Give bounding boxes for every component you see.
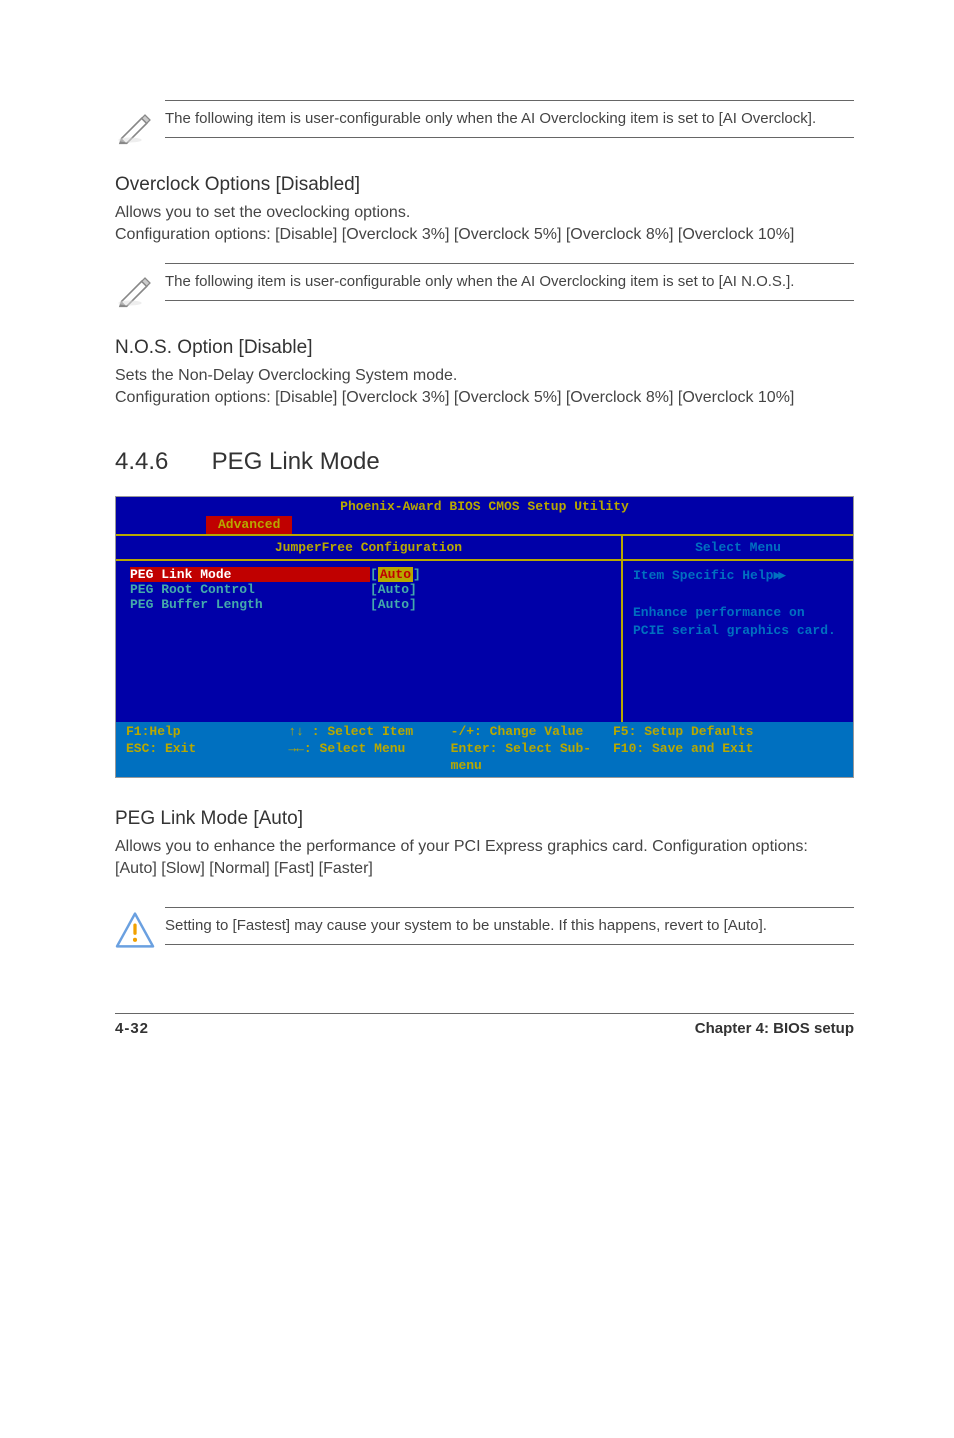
bios-tab-advanced[interactable]: Advanced bbox=[206, 516, 292, 534]
page-number: 4-32 bbox=[115, 1020, 149, 1037]
bios-help-title-header: Select Menu bbox=[623, 536, 853, 559]
pencil-note-icon bbox=[115, 100, 165, 150]
bios-help-body: Enhance performance on PCIE serial graph… bbox=[633, 604, 843, 640]
bios-item-peg-link-mode[interactable]: PEG Link Mode [Auto] bbox=[130, 567, 607, 582]
section-title: PEG Link Mode bbox=[212, 448, 380, 475]
note-text: The following item is user-configurable … bbox=[165, 263, 854, 301]
overclock-body: Allows you to set the oveclocking option… bbox=[115, 202, 854, 245]
bios-panel-title: JumperFree Configuration bbox=[116, 536, 623, 559]
bios-title: Phoenix-Award BIOS CMOS Setup Utility bbox=[116, 497, 853, 516]
bios-help-heading: Item Specific Help▶▶ bbox=[633, 567, 843, 585]
section-heading: 4.4.6 PEG Link Mode bbox=[115, 448, 854, 476]
bios-screenshot: Phoenix-Award BIOS CMOS Setup Utility Ad… bbox=[115, 496, 854, 778]
nos-body: Sets the Non-Delay Overclocking System m… bbox=[115, 365, 854, 408]
nos-heading: N.O.S. Option [Disable] bbox=[115, 337, 854, 359]
bios-footer: F1:Help ESC: Exit ↑↓ : Select Item →←: S… bbox=[116, 722, 853, 777]
chapter-label: Chapter 4: BIOS setup bbox=[695, 1020, 854, 1037]
warning-text: Setting to [Fastest] may cause your syst… bbox=[165, 907, 854, 945]
bios-item-peg-buffer-length[interactable]: PEG Buffer Length [Auto] bbox=[130, 597, 607, 612]
warning-icon bbox=[115, 907, 165, 953]
overclock-heading: Overclock Options [Disabled] bbox=[115, 174, 854, 196]
bios-item-peg-root-control[interactable]: PEG Root Control [Auto] bbox=[130, 582, 607, 597]
note-text: The following item is user-configurable … bbox=[165, 100, 854, 138]
peg-body: Allows you to enhance the performance of… bbox=[115, 836, 854, 879]
pencil-note-icon bbox=[115, 263, 165, 313]
section-number: 4.4.6 bbox=[115, 448, 205, 476]
peg-heading: PEG Link Mode [Auto] bbox=[115, 808, 854, 830]
